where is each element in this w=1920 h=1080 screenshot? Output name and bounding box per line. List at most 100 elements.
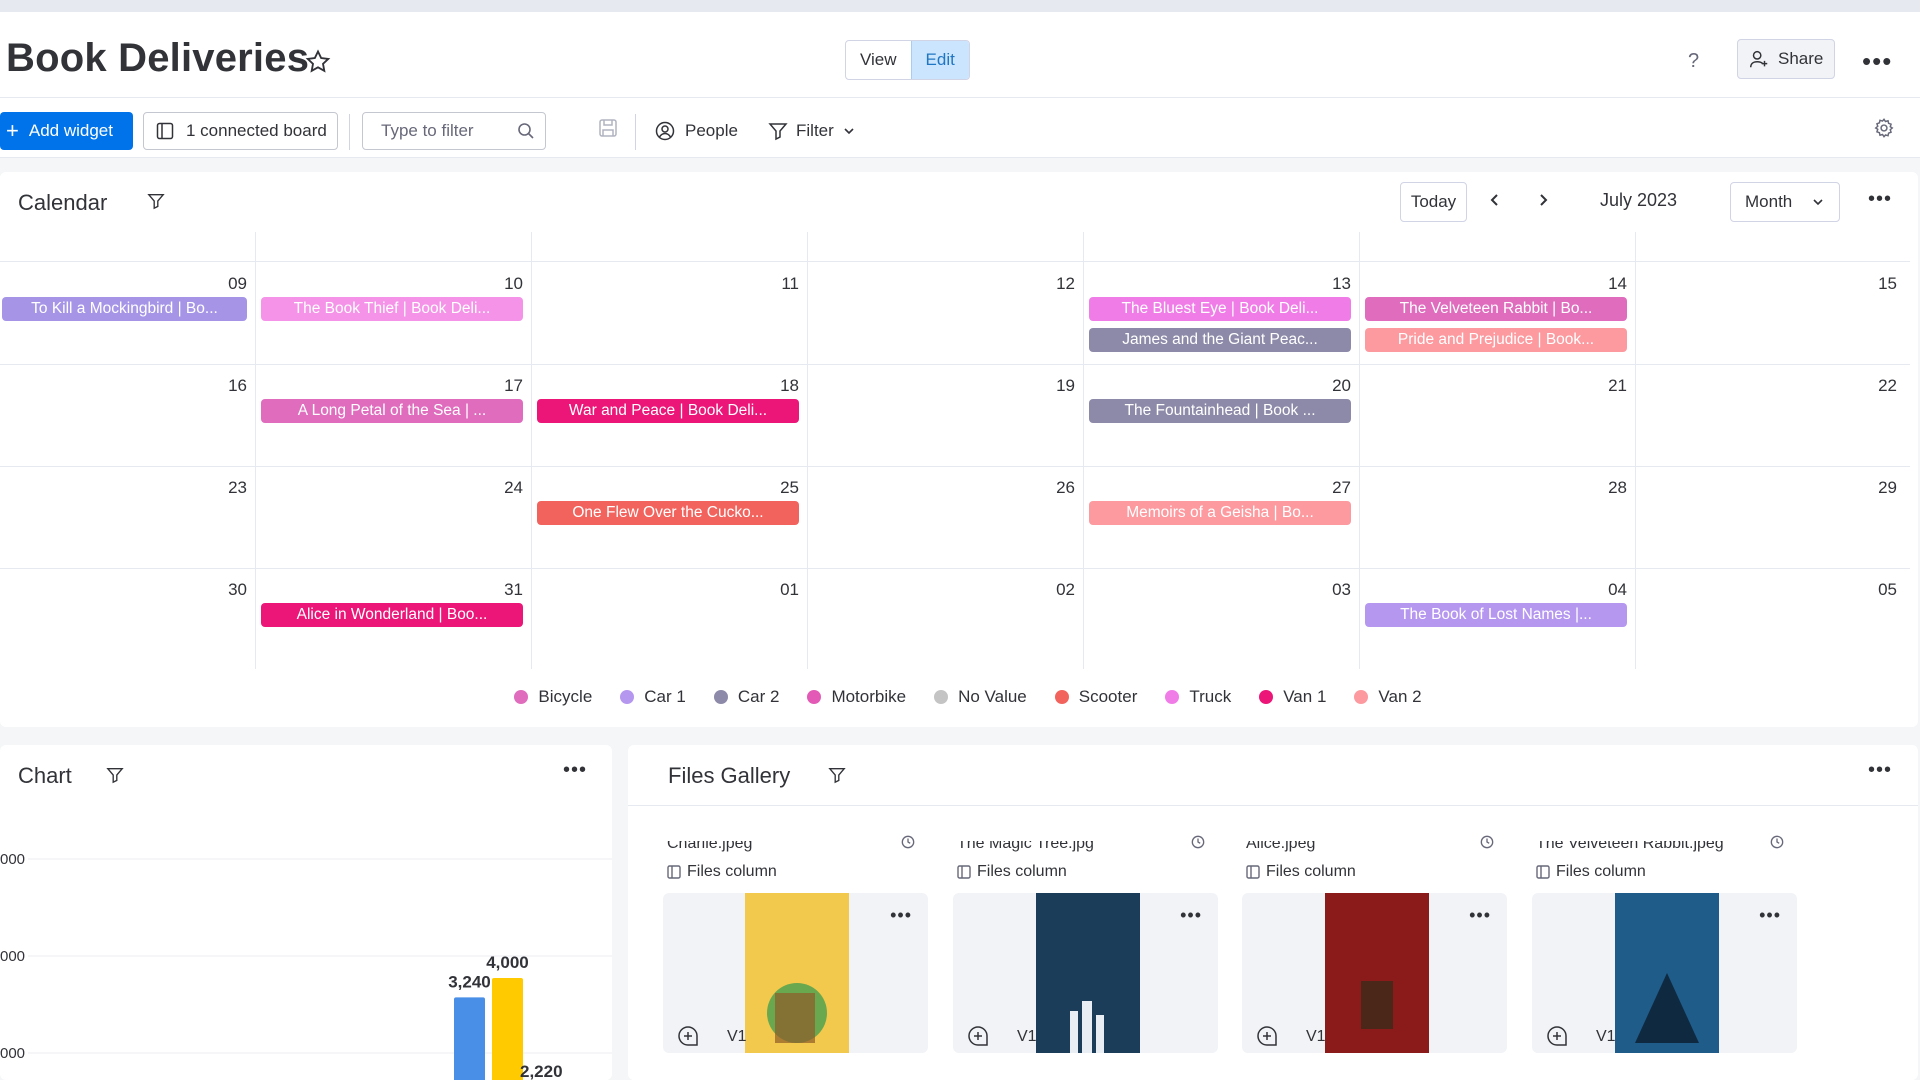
files-more-icon[interactable]: ••• <box>1868 759 1892 782</box>
chart-filter-icon[interactable] <box>106 766 124 784</box>
calendar-event[interactable]: Alice in Wonderland | Boo... <box>261 603 523 627</box>
file-name: The Velveteen Rabbit.jpeg <box>1536 841 1724 852</box>
calendar-day-number[interactable]: 23 <box>207 478 247 498</box>
calendar-day-number[interactable]: 02 <box>1035 580 1075 600</box>
calendar-event[interactable]: A Long Petal of the Sea | ... <box>261 399 523 423</box>
files-filter-icon[interactable] <box>828 766 846 784</box>
calendar-day-number[interactable]: 14 <box>1587 274 1627 294</box>
search-icon[interactable] <box>517 122 535 140</box>
calendar-day-number[interactable]: 11 <box>759 274 799 294</box>
settings-gear-icon[interactable] <box>1873 117 1895 139</box>
help-icon[interactable]: ? <box>1688 50 1699 73</box>
legend-dot-icon <box>1165 690 1180 704</box>
calendar-day-number[interactable]: 05 <box>1857 580 1897 600</box>
toolbar-divider <box>349 114 350 150</box>
card-more-icon[interactable]: ••• <box>1759 905 1781 926</box>
calendar-day-number[interactable]: 13 <box>1311 274 1351 294</box>
book-cover-art <box>1325 893 1429 1053</box>
today-button[interactable]: Today <box>1400 182 1467 222</box>
clock-icon[interactable] <box>1480 835 1494 849</box>
card-more-icon[interactable]: ••• <box>1180 905 1202 926</box>
calendar-event[interactable]: The Book Thief | Book Deli... <box>261 297 523 321</box>
file-name: The Magic Tree.jpg <box>957 841 1094 852</box>
calendar-day-number[interactable]: 25 <box>759 478 799 498</box>
view-edit-toggle: View Edit <box>845 40 970 80</box>
file-card[interactable]: The Velveteen Rabbit.jpeg Files column •… <box>1532 795 1797 1080</box>
calendar-day-number[interactable]: 15 <box>1857 274 1897 294</box>
add-update-icon[interactable] <box>967 1025 989 1047</box>
edit-mode-button[interactable]: Edit <box>910 41 969 79</box>
search-input[interactable]: Type to filter <box>362 112 546 150</box>
calendar-day-number[interactable]: 26 <box>1035 478 1075 498</box>
calendar-day-number[interactable]: 24 <box>483 478 523 498</box>
legend-item: Bicycle <box>514 687 592 707</box>
calendar-more-icon[interactable]: ••• <box>1868 188 1892 211</box>
calendar-day-number[interactable]: 19 <box>1035 376 1075 396</box>
file-card[interactable]: Charlie.jpeg Files column ••• V1 James.j… <box>663 795 928 1080</box>
chart-more-icon[interactable]: ••• <box>563 759 587 782</box>
board-more-icon[interactable]: ••• <box>1862 46 1892 77</box>
calendar-day-number[interactable]: 12 <box>1035 274 1075 294</box>
save-view-icon[interactable] <box>598 118 618 138</box>
calendar-day-number[interactable]: 17 <box>483 376 523 396</box>
add-update-icon[interactable] <box>1546 1025 1568 1047</box>
add-widget-button[interactable]: + Add widget <box>0 112 133 150</box>
calendar-day-number[interactable]: 09 <box>207 274 247 294</box>
calendar-day-number[interactable]: 16 <box>207 376 247 396</box>
calendar-day-number[interactable]: 22 <box>1857 376 1897 396</box>
add-update-icon[interactable] <box>1256 1025 1278 1047</box>
calendar-event[interactable]: One Flew Over the Cucko... <box>537 501 799 525</box>
book-cover-art <box>1036 893 1140 1053</box>
toolbar-divider <box>635 114 636 150</box>
share-button[interactable]: Share <box>1737 39 1835 79</box>
file-card[interactable]: Alice.jpeg Files column ••• V1 War and P… <box>1242 795 1507 1080</box>
calendar-event[interactable]: James and the Giant Peac... <box>1089 328 1351 352</box>
chevron-left-icon[interactable] <box>1487 192 1503 208</box>
clock-icon[interactable] <box>901 835 915 849</box>
add-update-icon[interactable] <box>677 1025 699 1047</box>
card-more-icon[interactable]: ••• <box>890 905 912 926</box>
calendar-day-number[interactable]: 21 <box>1587 376 1627 396</box>
calendar-event[interactable]: The Fountainhead | Book ... <box>1089 399 1351 423</box>
calendar-day-number[interactable]: 27 <box>1311 478 1351 498</box>
calendar-event[interactable]: War and Peace | Book Deli... <box>537 399 799 423</box>
chevron-down-icon[interactable] <box>842 124 856 138</box>
view-mode-button[interactable]: View <box>846 41 911 79</box>
star-icon[interactable] <box>304 48 332 76</box>
calendar-event[interactable]: To Kill a Mockingbird | Bo... <box>2 297 247 321</box>
filter-button[interactable]: Filter <box>768 112 856 150</box>
calendar-day-number[interactable]: 10 <box>483 274 523 294</box>
calendar-event[interactable]: The Velveteen Rabbit | Bo... <box>1365 297 1627 321</box>
version-badge[interactable]: V1 <box>1306 1028 1326 1046</box>
calendar-day-number[interactable]: 20 <box>1311 376 1351 396</box>
file-card[interactable]: The Magic Tree.jpg Files column ••• V1 T… <box>953 795 1218 1080</box>
board-header: Book Deliveries View Edit ? Share ••• <box>0 12 1920 98</box>
calendar-day-number[interactable]: 03 <box>1311 580 1351 600</box>
connected-board-button[interactable]: 1 connected board <box>143 112 338 150</box>
calendar-day-number[interactable]: 31 <box>483 580 523 600</box>
board-title[interactable]: Book Deliveries <box>6 36 309 81</box>
calendar-day-number[interactable]: 29 <box>1857 478 1897 498</box>
calendar-day-number[interactable]: 18 <box>759 376 799 396</box>
calendar-day-number[interactable]: 04 <box>1587 580 1627 600</box>
window-top-strip <box>0 0 1920 12</box>
version-badge[interactable]: V1 <box>1017 1028 1037 1046</box>
version-badge[interactable]: V1 <box>1596 1028 1616 1046</box>
column-icon <box>957 865 971 879</box>
chevron-right-icon[interactable] <box>1535 192 1551 208</box>
calendar-day-number[interactable]: 01 <box>759 580 799 600</box>
version-badge[interactable]: V1 <box>727 1028 747 1046</box>
calendar-event[interactable]: The Bluest Eye | Book Deli... <box>1089 297 1351 321</box>
card-more-icon[interactable]: ••• <box>1469 905 1491 926</box>
calendar-event[interactable]: Memoirs of a Geisha | Bo... <box>1089 501 1351 525</box>
legend-item: Truck <box>1165 687 1231 707</box>
calendar-view-select[interactable]: Month <box>1730 182 1840 222</box>
calendar-day-number[interactable]: 28 <box>1587 478 1627 498</box>
clock-icon[interactable] <box>1191 835 1205 849</box>
clock-icon[interactable] <box>1770 835 1784 849</box>
calendar-event[interactable]: Pride and Prejudice | Book... <box>1365 328 1627 352</box>
people-filter-button[interactable]: People <box>655 112 738 150</box>
calendar-event[interactable]: The Book of Lost Names |... <box>1365 603 1627 627</box>
calendar-filter-icon[interactable] <box>147 192 165 210</box>
calendar-day-number[interactable]: 30 <box>207 580 247 600</box>
